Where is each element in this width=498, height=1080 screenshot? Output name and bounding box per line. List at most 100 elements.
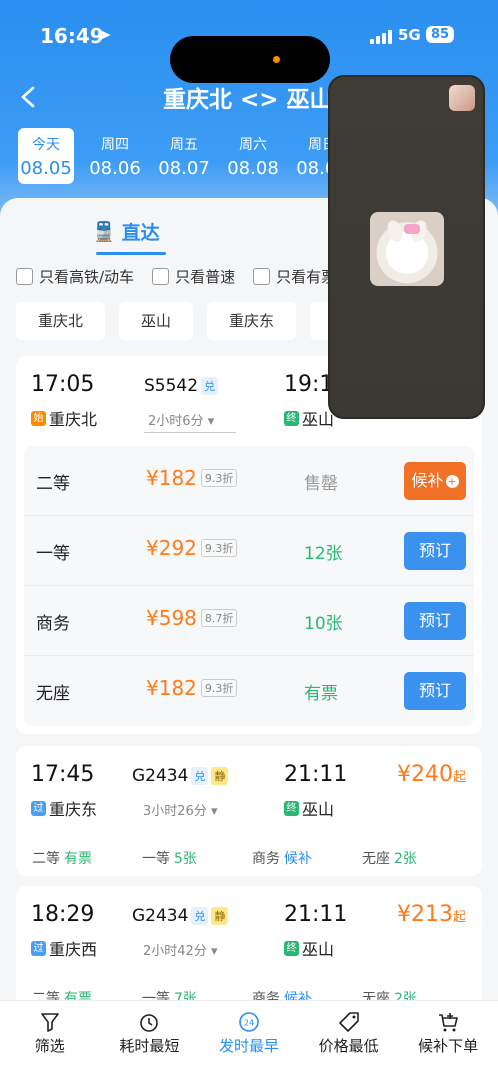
sort-earliest-label: 发时最早: [218, 1037, 279, 1055]
summary-status: 有票: [64, 851, 92, 867]
filter-label: 只看普速: [175, 268, 236, 286]
seat-price: ¥598 8.7折: [146, 606, 238, 630]
filter-button[interactable]: 筛选: [0, 1001, 100, 1080]
summary-class: 一等: [142, 851, 170, 867]
discount-badge: 9.3折: [200, 539, 238, 557]
timer-icon: [140, 1014, 159, 1032]
location-arrow-icon: ➤: [98, 25, 112, 44]
sort-cheapest-button[interactable]: 价格最低: [299, 1001, 399, 1080]
train-card[interactable]: 17:45 G2434 兑 静 21:11 ¥240起 过 重庆东 3小时26分…: [16, 746, 482, 876]
arrival-station: 终 巫山: [284, 936, 334, 960]
summary-status: 5张: [174, 851, 197, 867]
seat-price: ¥292 9.3折: [146, 536, 238, 560]
tab-direct-label: 直达: [121, 222, 160, 244]
arrival-time: 21:11: [284, 762, 348, 787]
departure-station-name: 重庆北: [49, 410, 98, 429]
checkbox[interactable]: [152, 268, 170, 285]
departure-time: 18:29: [31, 902, 95, 927]
signal-icon: [370, 30, 392, 44]
duration[interactable]: 2小时6分 ▾: [148, 410, 214, 429]
book-button[interactable]: 预订: [404, 532, 466, 570]
network-type: 5G: [398, 26, 421, 44]
date-tab[interactable]: 周五 08.07: [156, 128, 212, 184]
station-chip[interactable]: 重庆北: [16, 302, 106, 340]
bow-icon: [404, 224, 420, 234]
departure-station: 始 重庆北: [31, 406, 97, 430]
cart-plus-icon: [439, 1013, 458, 1032]
filter-available[interactable]: 只看有票: [253, 266, 336, 287]
seat-summary: 二等 有票 一等 5张 商务 候补 无座 2张: [32, 848, 472, 868]
battery-level: 85: [426, 26, 455, 43]
seat-row: 商务 ¥598 8.7折 10张 预订: [24, 586, 474, 656]
duration[interactable]: 3小时26分 ▾: [143, 800, 218, 819]
duration-text: 2小时6分: [148, 414, 204, 429]
summary-status: 候补: [284, 851, 312, 867]
summary-item: 二等 有票: [32, 848, 142, 868]
pass-tag: 过: [31, 940, 46, 956]
station-chip[interactable]: 巫山: [119, 302, 194, 340]
exchange-badge: 兑: [201, 377, 219, 395]
seat-price-value: ¥182: [146, 676, 197, 700]
arrival-station: 终 巫山: [284, 406, 334, 430]
filter-high-speed[interactable]: 只看高铁/动车: [16, 266, 134, 287]
departure-station: 过 重庆西: [31, 936, 97, 960]
back-chevron-icon[interactable]: [18, 86, 40, 108]
date-week: 周四: [101, 137, 129, 153]
train-number: S5542: [144, 376, 199, 396]
clock-24-text: 24: [244, 1019, 254, 1028]
bunny-ear: [384, 218, 406, 244]
summary-class: 无座: [362, 851, 390, 867]
train-code: S5542 兑: [144, 376, 219, 396]
filter-normal-speed[interactable]: 只看普速: [152, 266, 235, 287]
seat-price: ¥182 9.3折: [146, 676, 238, 700]
tab-underline: [96, 252, 166, 255]
seat-row: 二等 ¥182 9.3折 售罄 候补 +: [24, 446, 474, 516]
sort-shortest-button[interactable]: 耗时最短: [100, 1001, 200, 1080]
date-week: 周五: [170, 137, 198, 153]
seat-class: 二等: [36, 474, 70, 494]
waitlist-button[interactable]: 候补 +: [404, 462, 466, 500]
station-chip[interactable]: 重庆东: [207, 302, 297, 340]
caret-down-icon: ▾: [210, 944, 218, 959]
caret-down-icon: ▾: [207, 414, 215, 429]
sort-earliest-button[interactable]: 24 发时最早: [199, 1001, 299, 1080]
clock-24-icon: 24: [239, 1012, 259, 1032]
funnel-icon: [40, 1013, 59, 1032]
departure-time: 17:45: [31, 762, 95, 787]
bunny-sticker-image: [370, 212, 444, 286]
filter-label: 只看高铁/动车: [39, 268, 135, 286]
filter-checkboxes: 只看高铁/动车 只看普速 只看有票: [16, 266, 336, 287]
terminal-tag: 终: [284, 800, 299, 816]
book-button[interactable]: 预订: [404, 672, 466, 710]
pass-tag: 过: [31, 800, 46, 816]
floating-video-window[interactable]: [328, 75, 485, 419]
waitlist-order-button[interactable]: 候补下单: [398, 1001, 498, 1080]
quiet-badge: 静: [211, 907, 229, 925]
plus-icon: +: [445, 475, 459, 488]
train-card[interactable]: 18:29 G2434 兑 静 21:11 ¥213起 过 重庆西 2小时42分…: [16, 886, 482, 1016]
checkbox[interactable]: [16, 268, 33, 285]
waitlist-order-label: 候补下单: [418, 1037, 479, 1055]
checkbox[interactable]: [253, 268, 271, 285]
seat-price: ¥182 9.3折: [146, 466, 238, 490]
price-suffix: 起: [452, 770, 466, 785]
summary-class: 商务: [252, 851, 280, 867]
duration-line: [144, 432, 236, 433]
book-button[interactable]: 预订: [404, 602, 466, 640]
duration[interactable]: 2小时42分 ▾: [143, 940, 218, 959]
seat-list: 二等 ¥182 9.3折 售罄 候补 + 一等 ¥292 9.3折 12张 预订 商务…: [24, 446, 474, 726]
price-tag-icon: [338, 1012, 359, 1032]
date-tab[interactable]: 周六 08.08: [225, 128, 281, 184]
status-bar: 16:49 ➤ 5G 85: [0, 22, 498, 83]
tab-direct[interactable]: 🚆 直达: [92, 218, 160, 245]
price-value: ¥213: [396, 902, 453, 927]
date-tab-today[interactable]: 今天 08.05: [18, 128, 74, 184]
recording-dot-icon: [273, 56, 280, 63]
date-day: 08.08: [227, 158, 279, 179]
date-tab[interactable]: 周四 08.06: [87, 128, 143, 184]
arrival-station: 终 巫山: [284, 796, 334, 820]
duration-text: 3小时26分: [143, 804, 207, 819]
departure-time: 17:05: [31, 372, 95, 397]
seat-availability: 12张: [304, 544, 343, 564]
date-day: 08.07: [158, 158, 210, 179]
